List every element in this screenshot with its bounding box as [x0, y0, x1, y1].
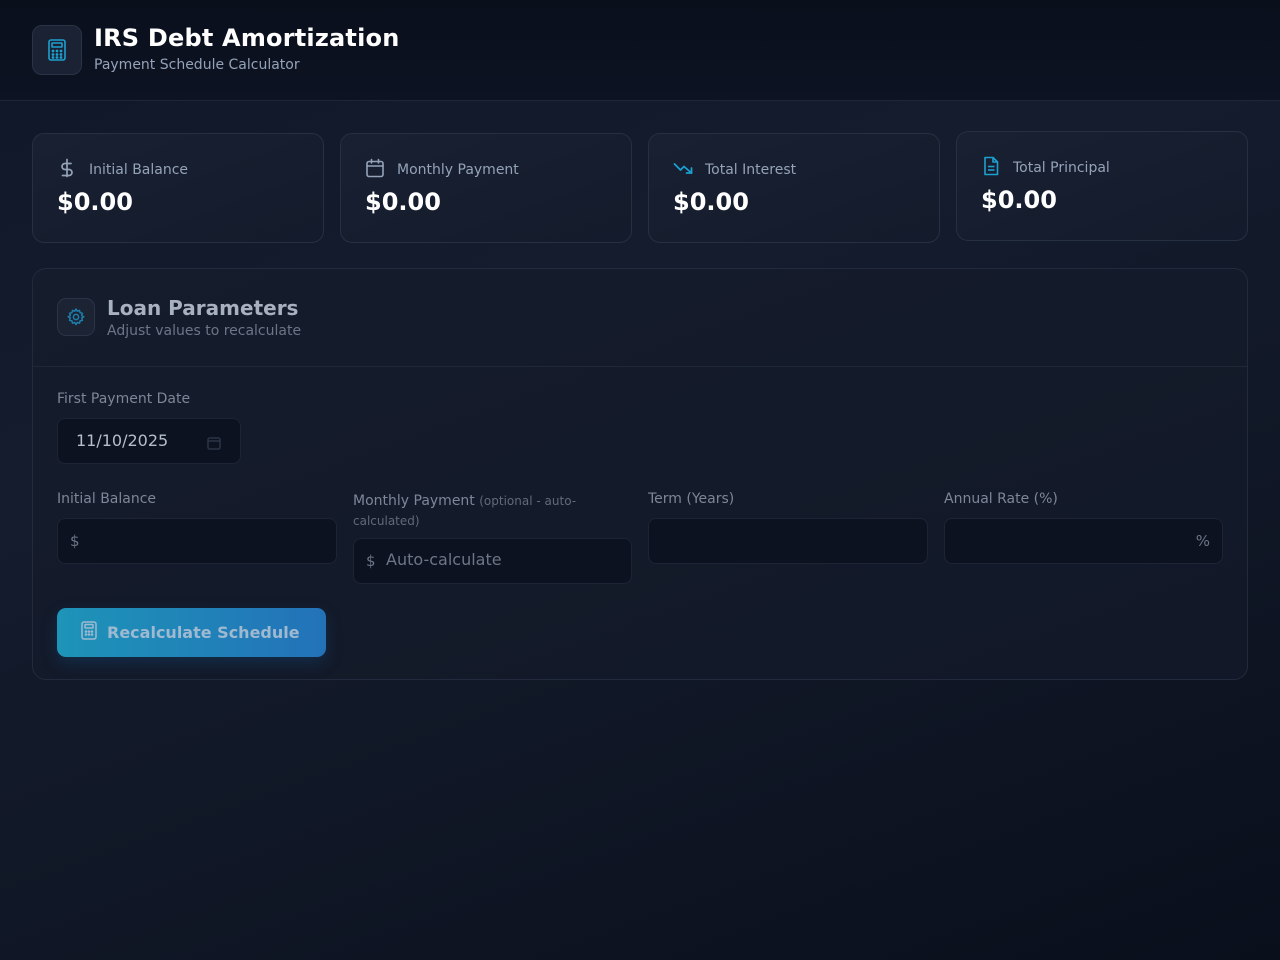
calendar-icon: [365, 158, 385, 182]
panel-subtitle: Adjust values to recalculate: [107, 323, 302, 339]
term-input[interactable]: [648, 518, 928, 564]
annual-rate-label: Annual Rate (%): [944, 491, 1058, 507]
term-label: Term (Years): [648, 491, 735, 507]
recalculate-button[interactable]: Recalculate Schedule: [57, 608, 326, 657]
stat-value: $0.00: [981, 186, 1057, 214]
stat-value: $0.00: [673, 188, 749, 216]
stat-label: Initial Balance: [89, 162, 189, 178]
gear-icon: [57, 298, 95, 336]
currency-prefix: $: [366, 552, 376, 570]
initial-balance-label: Initial Balance: [57, 491, 157, 507]
panel-title: Loan Parameters: [107, 296, 299, 320]
stat-card-monthly-payment: Monthly Payment $0.00: [340, 133, 632, 243]
annual-rate-input[interactable]: %: [944, 518, 1223, 564]
calculator-icon: [81, 621, 97, 644]
stat-card-total-interest: Total Interest $0.00: [648, 133, 940, 243]
app-subtitle: Payment Schedule Calculator: [94, 57, 300, 73]
monthly-payment-label-text: Monthly Payment: [353, 493, 475, 509]
monthly-payment-placeholder: Auto-calculate: [386, 550, 502, 569]
dollar-icon: [57, 158, 77, 182]
currency-prefix: $: [70, 532, 80, 550]
calendar-picker-icon[interactable]: [207, 435, 221, 454]
stat-value: $0.00: [57, 188, 133, 216]
stat-label: Monthly Payment: [397, 162, 519, 178]
loan-parameters-panel: Loan Parameters Adjust values to recalcu…: [32, 268, 1248, 680]
initial-balance-input[interactable]: $: [57, 518, 337, 564]
first-payment-date-input[interactable]: 11/10/2025: [57, 418, 241, 464]
percent-suffix: %: [1195, 532, 1210, 550]
date-value: 11/10/2025: [76, 431, 169, 450]
stat-label: Total Principal: [1013, 160, 1110, 176]
monthly-payment-label: Monthly Payment (optional - auto-calcula…: [353, 491, 593, 531]
first-payment-date-label: First Payment Date: [57, 391, 191, 407]
trending-down-icon: [673, 158, 693, 182]
document-icon: [981, 156, 1001, 180]
stat-value: $0.00: [365, 188, 441, 216]
app-header: IRS Debt Amortization Payment Schedule C…: [0, 0, 1280, 101]
recalculate-button-label: Recalculate Schedule: [107, 623, 300, 642]
app-title: IRS Debt Amortization: [94, 24, 400, 52]
panel-header: Loan Parameters Adjust values to recalcu…: [33, 269, 1247, 367]
monthly-payment-input[interactable]: $ Auto-calculate: [353, 538, 632, 584]
stat-card-total-principal: Total Principal $0.00: [956, 131, 1248, 241]
calculator-icon: [32, 25, 82, 75]
stat-card-initial-balance: Initial Balance $0.00: [32, 133, 324, 243]
stat-label: Total Interest: [705, 162, 797, 178]
